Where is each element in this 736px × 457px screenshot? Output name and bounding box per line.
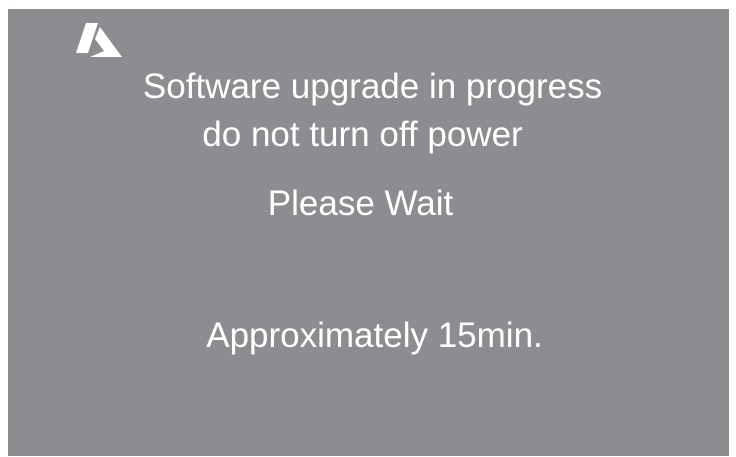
upgrade-screen: Software upgrade in progress do not turn…	[8, 9, 729, 456]
azure-logo-icon	[76, 23, 122, 57]
upgrade-message-line1: Software upgrade in progress	[142, 67, 603, 106]
please-wait-text: Please Wait	[267, 184, 454, 223]
eta-text: Approximately 15min.	[206, 316, 543, 355]
upgrade-message-line2: do not turn off power	[202, 115, 523, 154]
